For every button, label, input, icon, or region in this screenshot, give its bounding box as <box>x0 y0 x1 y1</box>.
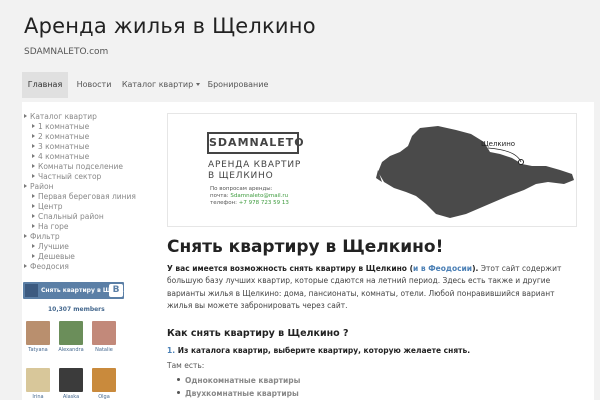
nav-home[interactable]: Главная <box>22 72 68 98</box>
site-header: Аренда жилья в Щелкино SDAMNALETO.com <box>0 0 600 72</box>
vk-community-widget: Снять квартиру в Щел... B 10,307 members… <box>22 280 126 400</box>
category-cheap[interactable]: Дешевые <box>32 252 75 262</box>
vk-member-avatar[interactable] <box>59 321 83 345</box>
triangle-right-icon <box>32 164 35 168</box>
chevron-down-icon <box>196 83 201 86</box>
intro-paragraph: У вас имеется возможность снять квартиру… <box>167 264 562 310</box>
vk-member-name[interactable]: Irina <box>23 394 53 400</box>
category-4-room[interactable]: 4 комнатные <box>32 152 89 162</box>
triangle-right-icon <box>24 264 27 268</box>
main-navigation: Главная Новости Каталог квартир Брониров… <box>0 72 600 98</box>
vk-member-name[interactable]: Olga <box>89 394 119 400</box>
page-title: Снять квартиру в Щелкино! <box>167 237 444 257</box>
vk-member-name[interactable]: Natalie <box>89 347 119 353</box>
category-shared-rooms[interactable]: Комнаты подселение <box>32 162 123 172</box>
vk-group-avatar <box>25 284 38 297</box>
vk-member-name[interactable]: Alexandra <box>56 347 86 353</box>
vk-member-name[interactable]: Alaska <box>56 394 86 400</box>
banner-tagline-1: АРЕНДА КВАРТИР <box>208 160 302 170</box>
brand-logo: SDAMNALETO <box>207 132 304 154</box>
nav-catalog[interactable]: Каталог квартир <box>120 72 202 98</box>
site-title[interactable]: Аренда жилья в Щелкино <box>24 14 316 38</box>
category-first-coastline[interactable]: Первая береговая линия <box>32 192 136 202</box>
vk-logo-icon: B <box>109 284 123 297</box>
category-catalog[interactable]: Каталог квартир <box>24 112 97 122</box>
nav-booking[interactable]: Бронирование <box>204 72 272 98</box>
triangle-right-icon <box>24 234 27 238</box>
vk-member-name[interactable]: Tatyana <box>23 347 53 353</box>
vk-members-count[interactable]: 10,307 members <box>48 306 105 313</box>
banner-phone: телефон: +7 978 723 59 13 <box>210 200 289 206</box>
category-district[interactable]: Район <box>24 182 54 192</box>
triangle-right-icon <box>32 204 35 208</box>
how-to-heading: Как снять квартиру в Щелкино ? <box>167 328 349 339</box>
vk-member-avatar[interactable] <box>59 368 83 392</box>
category-1-room[interactable]: 1 комнатные <box>32 122 89 132</box>
category-feodosia[interactable]: Феодосия <box>24 262 69 272</box>
vk-header[interactable]: Снять квартиру в Щел... B <box>23 282 126 299</box>
step-1: 1. Из каталога квартир, выберите квартир… <box>167 346 471 355</box>
triangle-right-icon <box>32 244 35 248</box>
content-area: Каталог квартир 1 комнатные 2 комнатные … <box>22 102 594 400</box>
triangle-right-icon <box>32 214 35 218</box>
triangle-right-icon <box>24 184 27 188</box>
list-item-two-room[interactable]: Двухкомнатные квартиры <box>177 389 299 398</box>
triangle-right-icon <box>24 114 27 118</box>
triangle-right-icon <box>32 194 35 198</box>
vk-member-avatar[interactable] <box>92 368 116 392</box>
banner-email: почта: Sdamnaleto@mail.ru <box>210 193 289 199</box>
triangle-right-icon <box>32 154 35 158</box>
feodosia-link[interactable]: и в Феодосии <box>413 264 472 273</box>
category-2-room[interactable]: 2 комнатные <box>32 132 89 142</box>
triangle-right-icon <box>32 224 35 228</box>
there-is-label: Там есть: <box>167 361 205 370</box>
category-filter[interactable]: Фильтр <box>24 232 60 242</box>
list-item-one-room[interactable]: Однокомнатные квартиры <box>177 376 300 385</box>
bullet-icon <box>177 378 180 381</box>
triangle-right-icon <box>32 144 35 148</box>
category-residential[interactable]: Спальный район <box>32 212 104 222</box>
category-on-hill[interactable]: На горе <box>32 222 69 232</box>
banner-contact-heading: По вопросам аренды: <box>210 186 273 192</box>
site-description: SDAMNALETO.com <box>24 47 109 57</box>
category-3-room[interactable]: 3 комнатные <box>32 142 89 152</box>
category-center[interactable]: Центр <box>32 202 62 212</box>
category-best[interactable]: Лучшие <box>32 242 69 252</box>
category-private-sector[interactable]: Частный сектор <box>32 172 101 182</box>
bullet-icon <box>177 391 180 394</box>
nav-news[interactable]: Новости <box>70 72 118 98</box>
triangle-right-icon <box>32 124 35 128</box>
triangle-right-icon <box>32 134 35 138</box>
vk-member-avatar[interactable] <box>92 321 116 345</box>
town-label: Щелкино <box>481 140 516 148</box>
vk-member-avatar[interactable] <box>26 321 50 345</box>
triangle-right-icon <box>32 254 35 258</box>
triangle-right-icon <box>32 174 35 178</box>
banner-tagline-2: В ЩЕЛКИНО <box>208 171 274 181</box>
vk-member-avatar[interactable] <box>26 368 50 392</box>
crimea-map <box>376 126 574 218</box>
promo-banner[interactable]: SDAMNALETO АРЕНДА КВАРТИР В ЩЕЛКИНО По в… <box>167 113 577 227</box>
